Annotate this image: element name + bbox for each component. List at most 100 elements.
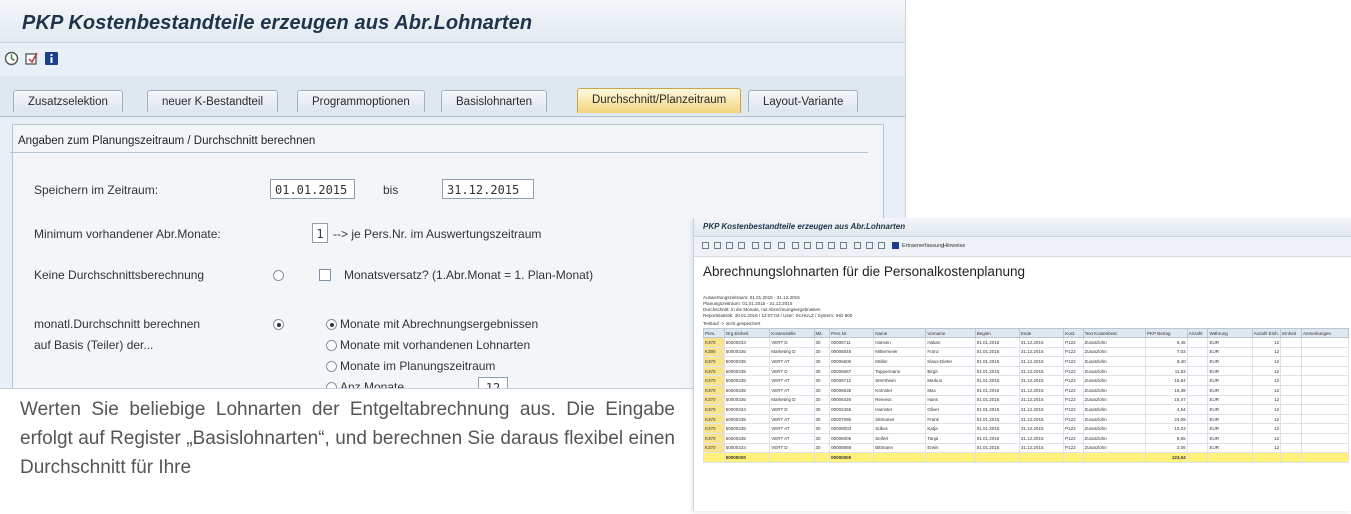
table-cell — [1207, 452, 1253, 464]
table-cell: Markus — [925, 375, 976, 386]
option-lohnarten-radio[interactable] — [326, 340, 337, 351]
table-cell: 00006687 — [829, 365, 875, 377]
execute-icon[interactable] — [4, 51, 19, 66]
table-row[interactable]: K370 50000335 VERT AT 30 00006600 Müller Klaus… — [703, 356, 1349, 367]
table-cell: Zusatzlohn — [1082, 365, 1147, 377]
date-from-field[interactable]: 01.01.2015 — [270, 179, 355, 199]
column-header[interactable]: Pers.Nr. — [829, 328, 875, 338]
sort-icon[interactable] — [738, 242, 745, 249]
sum-row[interactable]: 50000000 00000000 123,04 — [703, 452, 1349, 464]
tabstrip: Zusatzselektion neuer K-Bestandteil Prog… — [0, 76, 905, 117]
column-header[interactable]: Kost. — [1063, 328, 1084, 338]
excel-icon[interactable] — [816, 242, 823, 249]
table-cell: K370 — [703, 423, 725, 434]
table-cell: K370 — [703, 356, 725, 367]
table-cell: EUR — [1207, 346, 1253, 358]
find-icon[interactable] — [778, 242, 785, 249]
column-header[interactable]: Mit. — [813, 328, 831, 338]
sum-icon[interactable] — [752, 242, 759, 249]
table-row[interactable]: K370 50000335 VERT AT 30 00008003 Sdkus Katja 0… — [703, 423, 1349, 434]
column-header[interactable]: Pers. — [703, 328, 725, 338]
variant-icon[interactable] — [24, 51, 39, 66]
table-cell: Bittmann — [873, 442, 927, 454]
anz-monate-field[interactable]: 12 — [478, 377, 508, 388]
monatsversatz-checkbox[interactable] — [319, 269, 331, 281]
table-row[interactable]: K370 50000335 VERT AT 30 00006712 Sternheim Ma… — [703, 375, 1349, 386]
abc-icon[interactable] — [878, 242, 885, 249]
tab-programmoptionen[interactable]: Programmoptionen — [297, 90, 425, 112]
graphic-icon[interactable] — [854, 242, 861, 249]
export-icon[interactable] — [792, 242, 799, 249]
column-header[interactable]: Beginn — [974, 328, 1020, 338]
option-abrechnungsergebnisse-radio[interactable] — [326, 319, 337, 330]
table-cell: VERT AT — [769, 356, 815, 367]
option-planungszeitraum-label: Monate im Planungszeitraum — [340, 359, 496, 373]
mail-icon[interactable] — [866, 242, 873, 249]
table-cell — [1186, 375, 1209, 386]
table-cell: 31.12.2015 — [1018, 423, 1065, 434]
table-cell — [873, 452, 927, 464]
table-cell: Katja — [925, 423, 976, 434]
option-anz-monate-label: Anz.Monate — [340, 380, 405, 389]
filter-icon[interactable] — [726, 242, 733, 249]
meta-line: Planungszeitraum: 01.01.2015 - 31.12.201… — [703, 301, 793, 306]
table-row[interactable]: K370 50000335 VERT AT 30 00006005 Seifert Tanj… — [703, 432, 1349, 444]
column-header[interactable]: Anzahl — [1186, 328, 1209, 338]
table-cell — [1186, 337, 1209, 348]
table-cell — [1280, 432, 1303, 444]
info-icon[interactable] — [44, 51, 59, 66]
table-cell — [1186, 404, 1209, 415]
table-row[interactable]: K370 50000334 VERT D 30 00006711 Hansen Hakan 0… — [703, 337, 1349, 348]
column-header[interactable]: Währung — [1207, 328, 1253, 338]
table-cell: 15,84 — [1145, 375, 1188, 386]
table-cell: P122 — [1063, 413, 1084, 425]
column-header[interactable]: Anzahl Einh. — [1251, 328, 1282, 338]
print-icon[interactable] — [714, 242, 721, 249]
column-header[interactable]: Ende — [1018, 328, 1065, 338]
keine-durchschnitt-radio[interactable] — [273, 270, 284, 281]
table-row[interactable]: K370 50000335 VERT D 30 00006687 Tappermann Bi… — [703, 365, 1349, 377]
tab-zusatzselektion[interactable]: Zusatzselektion — [13, 90, 123, 112]
chart-icon[interactable] — [840, 242, 847, 249]
table-row[interactable]: K370 50000336 Marketing D 30 00006426 Reiness… — [703, 394, 1349, 406]
back-icon[interactable] — [702, 242, 709, 249]
table-cell: 12 — [1251, 356, 1282, 367]
table-cell: 9,40 — [1145, 356, 1188, 367]
table-row[interactable]: K370 50000335 VERT AT 30 00007095 Sittmaner Fr… — [703, 413, 1349, 425]
toolbar-text-2[interactable]: Hinweise — [943, 243, 965, 249]
table-cell: 4,54 — [1145, 404, 1188, 415]
column-header[interactable]: Kostenstelle — [769, 328, 815, 338]
option-planungszeitraum-radio[interactable] — [326, 361, 337, 372]
table-cell — [1301, 394, 1349, 406]
application-toolbar — [0, 43, 905, 75]
table-cell — [1280, 404, 1303, 415]
report-window-title: PKP Kostenbestandteile erzeugen aus Abr.… — [703, 222, 906, 231]
word-icon[interactable] — [828, 242, 835, 249]
table-row[interactable]: K370 50000334 VERT D 30 00006888 Bittmann Erwi… — [703, 442, 1349, 454]
tab-basislohnarten[interactable]: Basislohnarten — [441, 90, 548, 112]
tab-durchschnitt-planzeitraum[interactable]: Durchschnitt/Planzeitraum — [577, 88, 742, 113]
info-icon[interactable] — [892, 242, 899, 249]
column-header[interactable]: PKP Betrag — [1145, 328, 1188, 338]
table-cell: 00006535 — [829, 384, 875, 396]
tab-neuer-k-bestandteil[interactable]: neuer K-Bestandteil — [147, 90, 279, 112]
minimum-months-field[interactable]: 1 — [312, 223, 328, 243]
option-anz-monate-radio[interactable] — [326, 382, 337, 388]
column-header[interactable]: Anmerkungen — [1301, 328, 1349, 338]
date-to-field[interactable]: 31.12.2015 — [442, 179, 534, 199]
table-cell: Zusatzlohn — [1082, 432, 1147, 444]
layout-icon[interactable] — [804, 242, 811, 249]
table-row[interactable]: K390 50000336 Marketing D 30 00006045 Mitterm… — [703, 346, 1349, 358]
tab-layout-variante[interactable]: Layout-Variante — [748, 90, 859, 112]
subtotal-icon[interactable] — [764, 242, 771, 249]
column-header[interactable]: Org.Einheit — [723, 328, 771, 338]
column-header[interactable]: Text Kostenbest. — [1082, 328, 1147, 338]
table-cell: 12 — [1251, 346, 1282, 358]
table-row[interactable]: K370 50000334 VERT D 30 00002455 Hamster Olive… — [703, 404, 1349, 415]
table-row[interactable]: K370 50000335 VERT AT 30 00006535 Körnster Max… — [703, 384, 1349, 396]
monatl-durchschnitt-radio[interactable] — [273, 319, 284, 330]
column-header[interactable]: Vorname — [925, 328, 976, 338]
toolbar-text-1[interactable]: Ertraenerfassung — [902, 243, 944, 249]
column-header[interactable]: Name — [873, 328, 927, 338]
column-header[interactable]: Einheit — [1280, 328, 1303, 338]
